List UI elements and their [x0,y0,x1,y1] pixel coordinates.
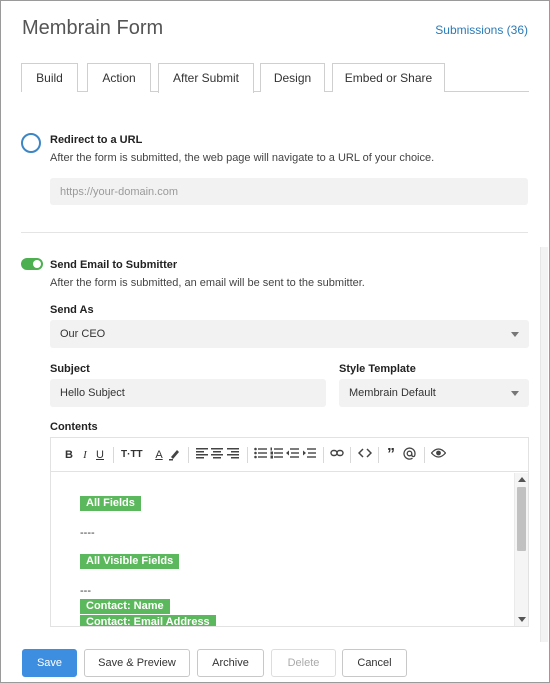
style-template-label: Style Template [339,363,416,375]
toolbar-separator [424,447,425,463]
save-preview-button[interactable]: Save & Preview [84,649,190,677]
tab-after-submit[interactable]: After Submit [158,63,254,93]
editor-toolbar: B I U T·TT A ” [51,438,528,472]
tab-action[interactable]: Action [87,63,151,92]
font-size-button[interactable]: T·TT [121,447,143,463]
highlight-icon[interactable] [168,447,182,463]
subject-label: Subject [50,363,90,375]
toolbar-separator [323,447,324,463]
merge-tag-all-fields[interactable]: All Fields [80,496,141,511]
rich-text-editor: B I U T·TT A ” All Fields ---- All Visib… [50,437,529,627]
indent-icon[interactable] [303,447,316,463]
send-email-description: After the form is submitted, an email wi… [50,277,365,289]
redirect-url-input[interactable] [50,178,528,205]
send-as-value: Our CEO [60,328,106,340]
send-email-title: Send Email to Submitter [50,259,178,271]
style-template-value: Membrain Default [349,387,436,399]
separator-text: --- [80,585,91,597]
redirect-radio[interactable] [21,133,41,153]
page-title: Membrain Form [22,17,164,39]
delete-button[interactable]: Delete [271,649,336,677]
section-divider [21,232,528,233]
send-as-select[interactable]: Our CEO [50,320,529,348]
redirect-description: After the form is submitted, the web pag… [50,152,435,164]
numbered-list-icon[interactable] [270,447,283,463]
toolbar-separator [188,447,189,463]
toolbar-separator [350,447,351,463]
scroll-up-arrow-icon[interactable] [518,477,526,482]
subject-input[interactable] [50,379,326,407]
align-right-icon[interactable] [227,447,239,463]
send-as-label: Send As [50,304,94,316]
send-email-toggle[interactable] [21,258,43,270]
merge-tag-contact-email[interactable]: Contact: Email Address [80,615,216,626]
merge-tag-all-visible-fields[interactable]: All Visible Fields [80,554,180,569]
font-color-button[interactable]: A [153,447,165,463]
style-template-select[interactable]: Membrain Default [339,379,529,407]
chevron-down-icon [511,332,519,337]
redirect-title: Redirect to a URL [50,134,143,146]
quote-icon[interactable]: ” [385,447,397,463]
cancel-button[interactable]: Cancel [342,649,407,677]
merge-tag-contact-name[interactable]: Contact: Name [80,599,170,614]
align-center-icon[interactable] [211,447,223,463]
tab-bar: Build Action After Submit Design Embed o… [21,63,529,93]
preview-eye-icon[interactable] [431,447,446,463]
underline-button[interactable]: U [94,447,106,463]
toolbar-separator [247,447,248,463]
contents-label: Contents [50,421,98,433]
outdent-icon[interactable] [286,447,299,463]
toolbar-separator [113,447,114,463]
toggle-knob [33,260,41,268]
separator-text: ---- [80,527,95,539]
editor-content-area[interactable]: All Fields ---- All Visible Fields --- C… [51,473,514,626]
tab-embed-or-share[interactable]: Embed or Share [332,63,445,92]
link-icon[interactable] [330,447,344,463]
archive-button[interactable]: Archive [197,649,264,677]
scroll-down-arrow-icon[interactable] [518,617,526,622]
page-scrollbar[interactable] [540,247,548,642]
submissions-link[interactable]: Submissions (36) [435,23,528,37]
italic-button[interactable]: I [79,447,91,463]
chevron-down-icon [511,391,519,396]
tab-build[interactable]: Build [21,63,78,92]
form-editor-window: Membrain Form Submissions (36) Build Act… [0,0,550,683]
editor-scrollbar[interactable] [514,473,528,626]
code-icon[interactable] [358,447,372,463]
scroll-thumb[interactable] [517,487,526,551]
bullet-list-icon[interactable] [254,447,267,463]
toolbar-separator [378,447,379,463]
tab-design[interactable]: Design [260,63,325,92]
align-left-icon[interactable] [196,447,208,463]
save-button[interactable]: Save [22,649,77,677]
bold-button[interactable]: B [63,447,75,463]
mention-icon[interactable] [403,447,416,463]
